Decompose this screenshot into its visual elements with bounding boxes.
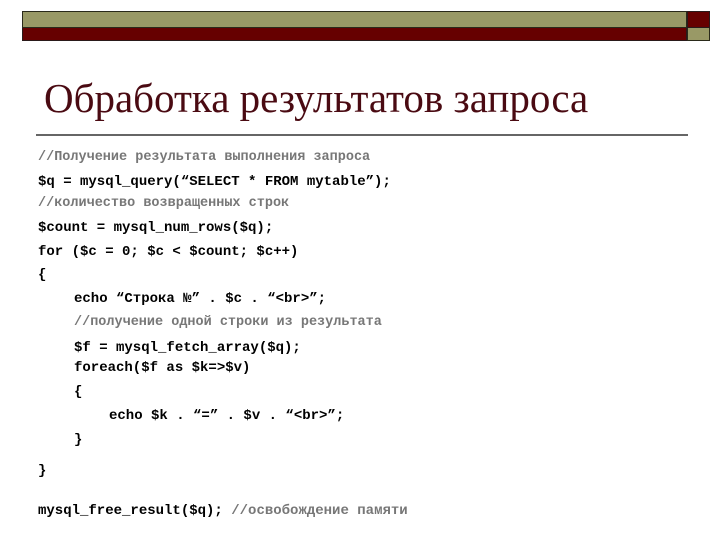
- code-line: }: [74, 432, 83, 448]
- code-line: for ($c = 0; $c < $count; $c++): [38, 244, 299, 260]
- code-comment: //получение одной строки из результата: [74, 315, 382, 330]
- code-line: foreach($f as $k=>$v): [74, 360, 251, 376]
- code-line-free-result: mysql_free_result($q); //освобождение па…: [38, 503, 408, 519]
- code-text: mysql_free_result($q);: [38, 503, 223, 519]
- header-bar-maroon: [22, 28, 687, 41]
- code-line: }: [38, 463, 47, 479]
- header-bar-olive: [22, 11, 687, 28]
- title-divider: [36, 134, 688, 136]
- code-line: {: [38, 267, 47, 283]
- code-line: $count = mysql_num_rows($q);: [38, 220, 274, 236]
- header-square-maroon: [687, 11, 710, 28]
- code-comment: //количество возвращенных строк: [38, 196, 290, 211]
- code-line: {: [74, 384, 83, 400]
- code-line: echo “Строка №” . $c . “<br>”;: [74, 291, 327, 307]
- code-line: $f = mysql_fetch_array($q);: [74, 340, 301, 356]
- header-square-olive: [687, 28, 710, 41]
- code-comment: //освобождение памяти: [222, 503, 408, 519]
- code-line: echo $k . “=” . $v . “<br>”;: [109, 408, 345, 424]
- code-line: $q = mysql_query(“SELECT * FROM mytable”…: [38, 174, 391, 190]
- slide-title: Обработка результатов запроса: [44, 75, 589, 121]
- code-comment: //Получение результата выполнения запрос…: [38, 150, 371, 165]
